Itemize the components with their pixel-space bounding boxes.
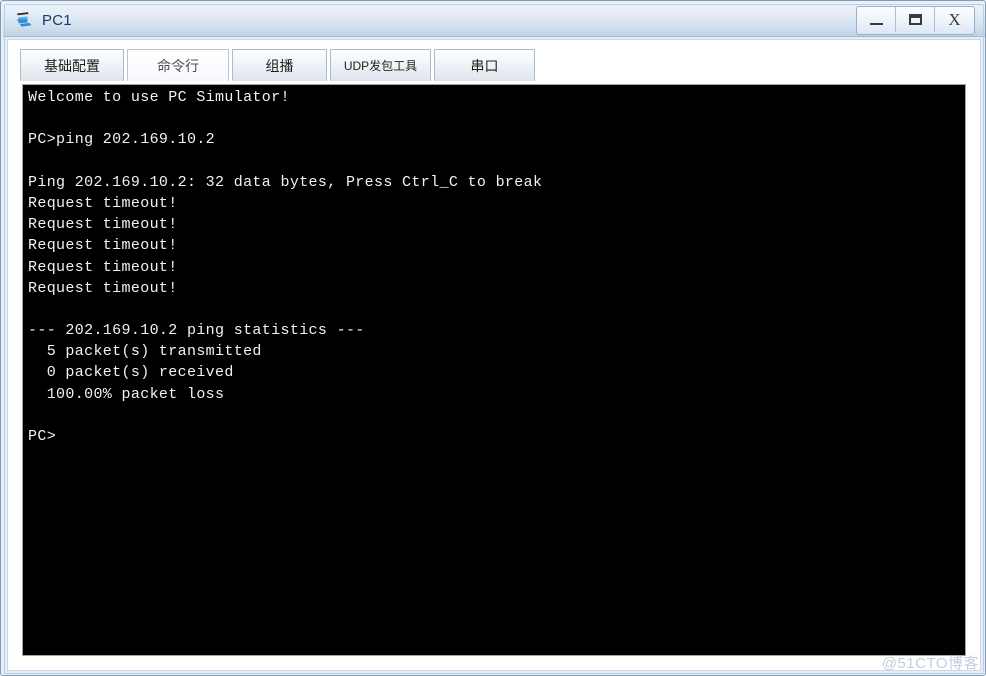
terminal-line: PC>ping 202.169.10.2 bbox=[28, 131, 216, 149]
pc-simulator-window: PC1 X 基础配置 命令行 组播 UDP发包工具 串口 Welcome to … bbox=[0, 0, 986, 676]
terminal-panel[interactable]: Welcome to use PC Simulator! PC>ping 202… bbox=[22, 84, 966, 656]
title-bar-left: PC1 bbox=[15, 3, 72, 37]
tab-command-line-label: 命令行 bbox=[157, 57, 199, 74]
tab-multicast[interactable]: 组播 bbox=[232, 49, 327, 81]
tab-basic-config[interactable]: 基础配置 bbox=[20, 49, 124, 81]
window-controls: X bbox=[856, 6, 975, 35]
terminal-line: --- 202.169.10.2 ping statistics --- bbox=[28, 322, 365, 340]
window-content: 基础配置 命令行 组播 UDP发包工具 串口 Welcome to use PC… bbox=[7, 39, 981, 671]
tab-udp-tool[interactable]: UDP发包工具 bbox=[330, 49, 431, 81]
terminal-line: Request timeout! bbox=[28, 237, 178, 255]
tab-strip: 基础配置 命令行 组播 UDP发包工具 串口 bbox=[8, 40, 980, 82]
terminal-line: Ping 202.169.10.2: 32 data bytes, Press … bbox=[28, 173, 543, 191]
watermark: @51CTO博客 bbox=[881, 655, 979, 672]
terminal-line: Request timeout! bbox=[28, 279, 178, 297]
tab-serial-port-label: 串口 bbox=[470, 57, 499, 74]
terminal-line: PC> bbox=[28, 428, 57, 445]
terminal-line: Request timeout! bbox=[28, 216, 178, 234]
terminal-line: 5 packet(s) transmitted bbox=[28, 343, 262, 361]
terminal-line: Request timeout! bbox=[28, 258, 178, 276]
tab-udp-tool-label: UDP发包工具 bbox=[343, 59, 418, 73]
terminal-line: Welcome to use PC Simulator! bbox=[28, 89, 290, 106]
terminal-line: 0 packet(s) received bbox=[28, 364, 234, 382]
pc-simulator-icon bbox=[15, 10, 35, 30]
terminal-line: Request timeout! bbox=[28, 194, 178, 212]
terminal-line: 100.00% packet loss bbox=[28, 385, 225, 403]
tab-multicast-label: 组播 bbox=[265, 57, 294, 74]
close-button[interactable]: X bbox=[935, 7, 974, 32]
tab-serial-port[interactable]: 串口 bbox=[434, 49, 535, 81]
title-bar[interactable]: PC1 X bbox=[3, 3, 985, 37]
terminal-output[interactable]: Welcome to use PC Simulator! PC>ping 202… bbox=[28, 87, 963, 653]
maximize-icon bbox=[908, 14, 922, 25]
tab-basic-config-label: 基础配置 bbox=[44, 57, 100, 74]
minimize-button[interactable] bbox=[857, 7, 896, 32]
minimize-icon bbox=[869, 23, 883, 25]
tab-command-line[interactable]: 命令行 bbox=[127, 49, 229, 81]
close-icon: X bbox=[948, 10, 961, 29]
maximize-button[interactable] bbox=[896, 7, 935, 32]
window-title: PC1 bbox=[42, 11, 72, 29]
